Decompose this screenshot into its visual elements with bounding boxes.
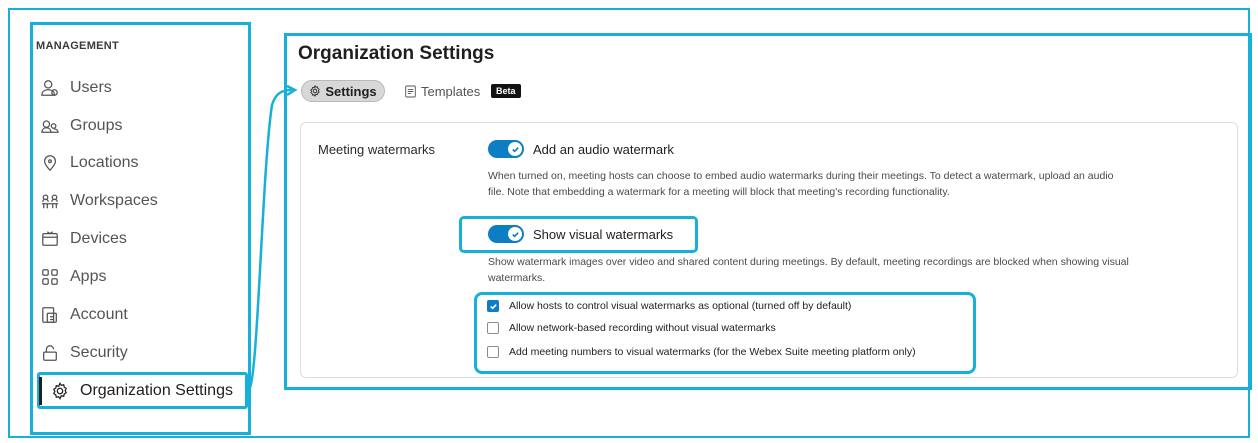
location-pin-icon (40, 153, 60, 173)
sidebar-section-label: MANAGEMENT (36, 40, 120, 52)
audio-watermark-toggle[interactable] (488, 140, 524, 158)
option-label: Allow hosts to control visual watermarks… (509, 300, 852, 312)
beta-badge: Beta (491, 84, 521, 98)
sidebar-item-groups[interactable]: Groups (40, 113, 122, 139)
visual-watermark-toggle[interactable] (488, 225, 524, 243)
tab-label: Settings (325, 83, 377, 99)
sidebar-item-label: Groups (70, 117, 123, 134)
description-line: When turned on, meeting hosts can choose… (488, 170, 1114, 182)
active-indicator (39, 377, 42, 405)
option-label: Add meeting numbers to visual watermarks… (509, 346, 916, 358)
lock-icon (40, 343, 60, 363)
checkbox[interactable] (487, 346, 499, 358)
sidebar-item-organization-settings[interactable]: Organization Settings (50, 378, 233, 404)
checkbox[interactable] (487, 322, 499, 334)
page-title: Organization Settings (298, 43, 495, 64)
sidebar-item-workspaces[interactable]: Workspaces (40, 188, 158, 214)
sidebar-item-security[interactable]: Security (40, 340, 128, 366)
option-network-recording[interactable]: Allow network-based recording without vi… (487, 322, 776, 334)
sidebar-item-locations[interactable]: Locations (40, 150, 139, 176)
sidebar-item-label: Apps (70, 268, 107, 285)
tab-templates[interactable]: Templates (405, 80, 480, 102)
sidebar-item-label: Organization Settings (80, 382, 233, 399)
audio-watermark-label: Add an audio watermark (533, 142, 674, 157)
groups-icon (40, 116, 60, 136)
tab-settings[interactable]: Settings (301, 80, 385, 102)
option-label: Allow network-based recording without vi… (509, 322, 776, 334)
sidebar-item-account[interactable]: Account (40, 302, 128, 328)
devices-icon (40, 229, 60, 249)
sidebar-item-label: Workspaces (70, 192, 158, 209)
workspaces-icon (40, 191, 60, 211)
account-icon (40, 305, 60, 325)
sidebar-item-label: Devices (70, 230, 127, 247)
check-icon (508, 142, 522, 156)
apps-grid-icon (40, 267, 60, 287)
option-host-control[interactable]: Allow hosts to control visual watermarks… (487, 300, 851, 312)
sidebar-item-label: Account (70, 306, 128, 323)
gear-icon (310, 85, 321, 97)
sidebar-item-devices[interactable]: Devices (40, 226, 127, 252)
tab-label: Templates (421, 83, 481, 99)
description-line: Show watermark images over video and sha… (488, 256, 1129, 268)
checkbox[interactable] (487, 300, 499, 312)
section-label: Meeting watermarks (318, 142, 436, 157)
option-meeting-numbers[interactable]: Add meeting numbers to visual watermarks… (487, 346, 916, 358)
audio-watermark-description: When turned on, meeting hosts can choose… (488, 168, 1114, 200)
sidebar-item-users[interactable]: Users (40, 75, 112, 101)
sidebar-item-label: Security (70, 344, 128, 361)
sidebar-item-label: Users (70, 79, 112, 96)
sidebar-item-label: Locations (70, 154, 139, 171)
visual-watermark-label: Show visual watermarks (533, 227, 674, 242)
users-icon (40, 78, 60, 98)
description-line: watermarks. (488, 272, 546, 284)
description-line: file. Note that embedding a watermark fo… (488, 186, 950, 198)
visual-watermark-description: Show watermark images over video and sha… (488, 254, 1129, 286)
check-icon (489, 303, 497, 309)
sidebar-item-apps[interactable]: Apps (40, 264, 106, 290)
gear-icon (50, 381, 70, 401)
document-icon (405, 85, 416, 97)
check-icon (508, 227, 522, 241)
